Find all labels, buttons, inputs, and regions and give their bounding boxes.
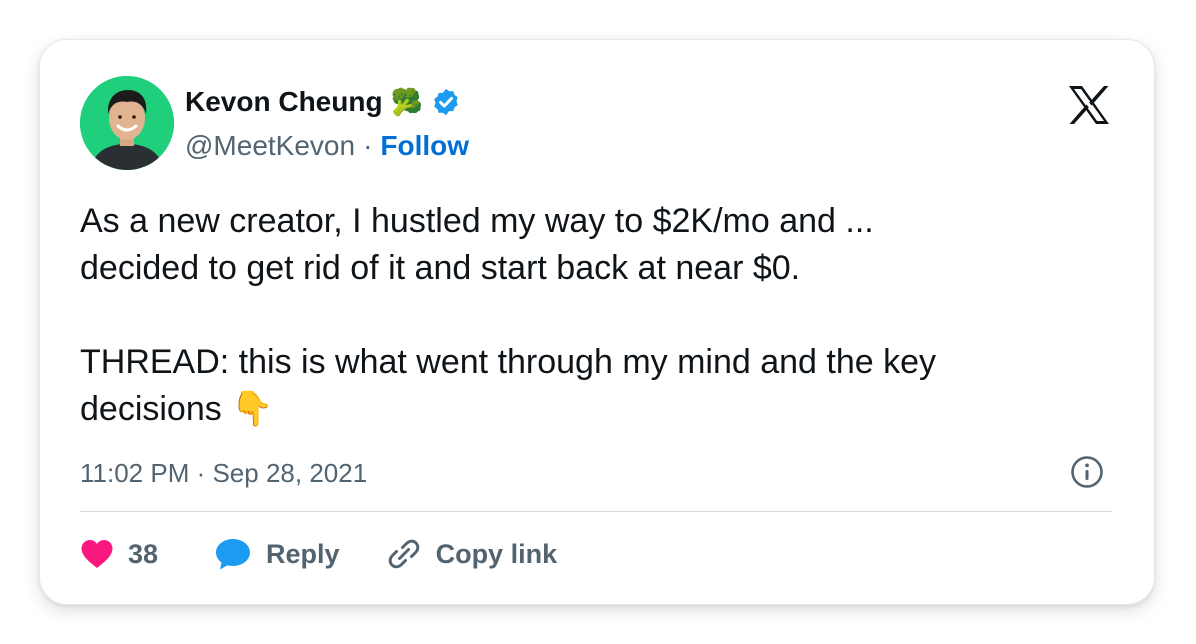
verified-badge-icon: [434, 88, 458, 116]
copy-link-button[interactable]: Copy link: [386, 536, 558, 572]
copy-link-label: Copy link: [435, 538, 558, 569]
separator-dot: ·: [363, 130, 373, 161]
info-icon[interactable]: [1070, 455, 1104, 489]
tweet-body: As a new creator, I hustled my way to $2…: [80, 202, 937, 428]
author-name-row: Kevon Cheung 🥦: [185, 82, 461, 122]
author-name[interactable]: Kevon Cheung: [185, 86, 383, 118]
link-icon: [388, 539, 419, 569]
divider: [80, 511, 1112, 512]
tweet-text: As a new creator, I hustled my way to $2…: [80, 198, 1120, 433]
x-logo-icon[interactable]: [1067, 85, 1111, 125]
tweet-card: Kevon Cheung 🥦 @MeetKevon · Follow As a …: [39, 39, 1155, 605]
reply-button[interactable]: Reply: [214, 537, 340, 571]
heart-icon: [81, 540, 113, 568]
tweet-timestamp[interactable]: 11:02 PM · Sep 28, 2021: [80, 456, 367, 490]
follow-button[interactable]: Follow: [380, 130, 469, 162]
avatar-portrait-icon: [80, 76, 174, 170]
broccoli-emoji: 🥦: [390, 86, 423, 117]
reply-label: Reply: [266, 538, 340, 569]
author-handle-row: @MeetKevon · Follow: [185, 128, 469, 164]
action-bar: 38 Reply Copy link: [80, 533, 557, 575]
pointing-down-emoji: 👇: [231, 390, 274, 428]
like-button[interactable]: 38: [80, 539, 158, 570]
avatar[interactable]: [80, 76, 174, 170]
speech-bubble-icon: [216, 539, 251, 570]
like-count: 38: [128, 538, 159, 569]
author-handle[interactable]: @MeetKevon: [185, 130, 355, 162]
